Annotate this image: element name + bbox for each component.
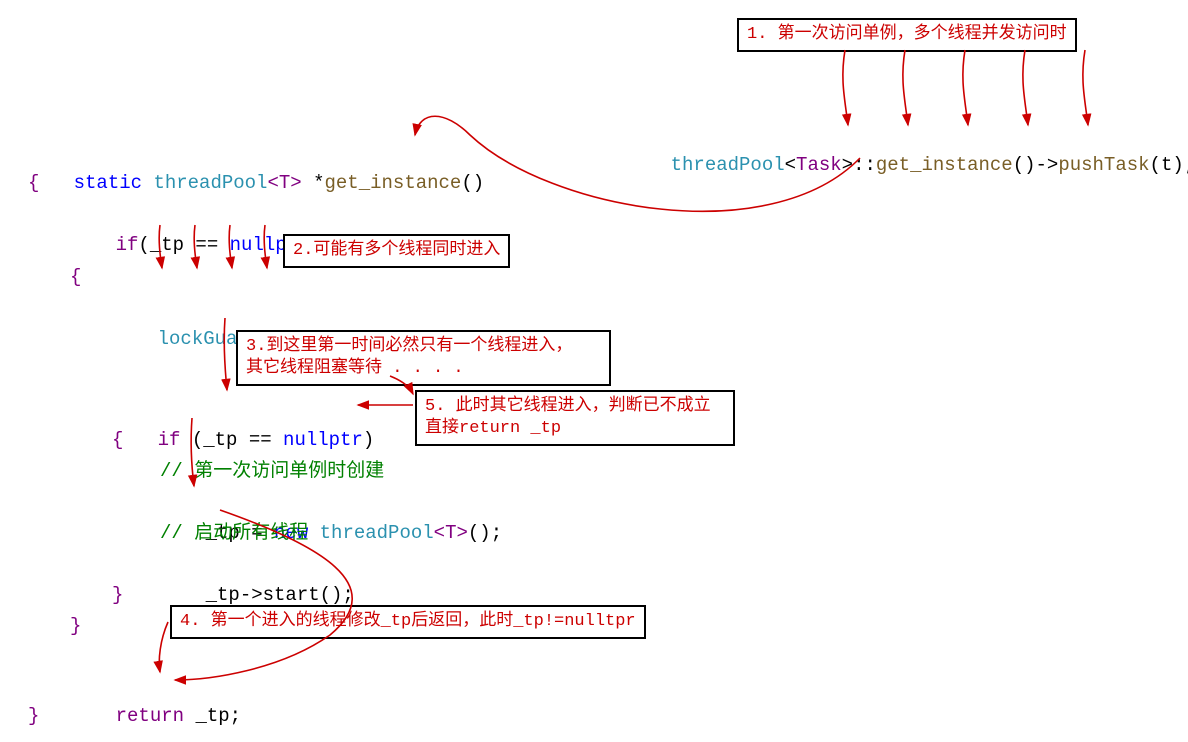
top-call-task: Task bbox=[796, 154, 842, 176]
assign-end: (); bbox=[468, 522, 502, 544]
kw-t: <T> bbox=[267, 172, 301, 194]
top-call-lt: < bbox=[785, 154, 796, 176]
top-call-arrow: -> bbox=[1036, 154, 1059, 176]
brace-open-2: { bbox=[70, 262, 81, 293]
callout-5-text-a: 5. 此时其它线程进入，判断已不成立 bbox=[425, 397, 711, 416]
callout-3-text-a: 3.到这里第一时间必然只有一个线程进入， bbox=[246, 337, 572, 356]
if2-close: ) bbox=[363, 429, 374, 451]
assign-type: threadPool bbox=[320, 522, 434, 544]
top-call-argopen: ( bbox=[1150, 154, 1161, 176]
top-call-expr: threadPool<Task>::get_instance()->pushTa… bbox=[625, 132, 1188, 198]
callout-3: 3.到这里第一时间必然只有一个线程进入， 其它线程阻塞等待 . . . . bbox=[236, 330, 611, 386]
star: * bbox=[302, 172, 325, 194]
start-call: _tp->start(); bbox=[206, 584, 354, 606]
top-call-gt: > bbox=[842, 154, 853, 176]
callout-3-text-b: 其它线程阻塞等待 . . . . bbox=[246, 359, 464, 378]
callout-5: 5. 此时其它线程进入，判断已不成立 直接return _tp bbox=[415, 390, 735, 446]
sig-paren: () bbox=[461, 172, 484, 194]
callout-5-text-b: 直接return _tp bbox=[425, 419, 561, 438]
callout-4-text: 4. 第一个进入的线程修改_tp后返回，此时_tp!=nulltpr bbox=[180, 612, 636, 631]
top-call-paren: () bbox=[1013, 154, 1036, 176]
kw-if1: if bbox=[116, 234, 139, 256]
brace-close-3: } bbox=[112, 580, 123, 611]
brace-close-2: } bbox=[70, 611, 81, 642]
assign-t: <T> bbox=[434, 522, 468, 544]
brace-open-1: { bbox=[28, 168, 39, 199]
if2-null: nullptr bbox=[283, 429, 363, 451]
diagram-canvas: threadPool<Task>::get_instance()->pushTa… bbox=[0, 0, 1188, 742]
code-return: return _tp; bbox=[70, 670, 241, 742]
if1-cond: (_tp == bbox=[138, 234, 229, 256]
if2-cond: (_tp == bbox=[192, 429, 283, 451]
return-val: _tp; bbox=[195, 705, 241, 727]
kw-if2: if bbox=[158, 429, 192, 451]
comment-1: // 第一次访问单例时创建 bbox=[160, 456, 384, 487]
fn-getinstance: get_instance bbox=[325, 172, 462, 194]
top-call-threadpool: threadPool bbox=[671, 154, 785, 176]
callout-4: 4. 第一个进入的线程修改_tp后返回，此时_tp!=nulltpr bbox=[170, 605, 646, 639]
comment-2: // 启动所有线程 bbox=[160, 518, 308, 549]
top-call-argclose: ); bbox=[1172, 154, 1188, 176]
top-call-getinstance: get_instance bbox=[876, 154, 1013, 176]
callout-2-text: 2.可能有多个线程同时进入 bbox=[293, 241, 500, 260]
callout-1: 1. 第一次访问单例，多个线程并发访问时 bbox=[737, 18, 1077, 52]
kw-static: static bbox=[74, 172, 154, 194]
top-call-pushtask: pushTask bbox=[1058, 154, 1149, 176]
kw-return: return bbox=[116, 705, 196, 727]
top-call-arg: t bbox=[1161, 154, 1172, 176]
top-call-sep: :: bbox=[853, 154, 876, 176]
callout-2: 2.可能有多个线程同时进入 bbox=[283, 234, 510, 268]
brace-close-1: } bbox=[28, 701, 39, 732]
callout-1-text: 1. 第一次访问单例，多个线程并发访问时 bbox=[747, 25, 1067, 44]
kw-threadpool: threadPool bbox=[153, 172, 267, 194]
brace-open-3: { bbox=[112, 425, 123, 456]
